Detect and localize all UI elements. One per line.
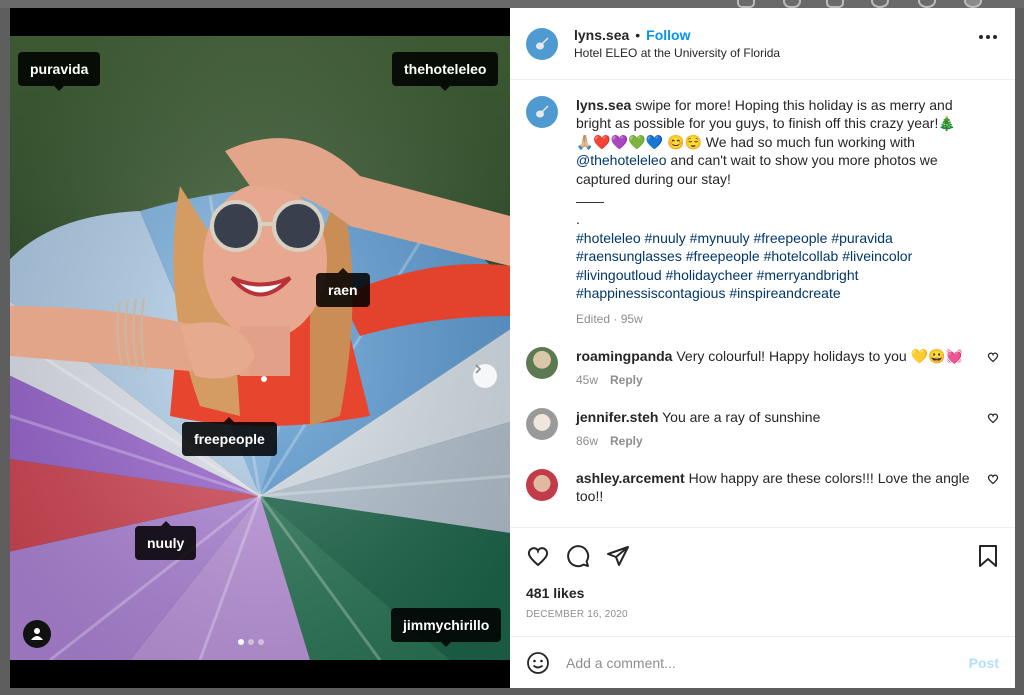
hashtags: #hoteleleo #nuuly #mynuuly #freepeople #…	[576, 229, 971, 303]
avatar-guitar-icon	[536, 105, 549, 118]
next-photo-button[interactable]	[473, 364, 497, 388]
comment-input[interactable]	[566, 654, 969, 671]
messenger-icon	[783, 0, 801, 8]
edited-timestamp: Edited · 95w	[576, 312, 643, 327]
hashtag-link[interactable]: #mynuuly	[690, 230, 750, 246]
like-comment-icon[interactable]	[987, 412, 999, 424]
photo-tag[interactable]: raen	[316, 268, 370, 307]
photo-tag[interactable]: nuuly	[135, 521, 197, 560]
activity-icon	[918, 0, 936, 8]
username-link[interactable]: lyns.sea	[574, 27, 629, 43]
tagged-users-button[interactable]	[23, 620, 51, 648]
like-comment-icon[interactable]	[987, 473, 999, 485]
chevron-right-icon	[475, 364, 482, 374]
hashtag-link[interactable]: #freepeople	[753, 230, 827, 246]
like-comment-icon[interactable]	[987, 351, 999, 363]
hashtag-link[interactable]: #hotelcollab	[764, 248, 839, 264]
hashtag-link[interactable]: #inspireandcreate	[729, 285, 840, 301]
avatar[interactable]	[526, 468, 558, 501]
hashtag-link[interactable]: #merryandbright	[757, 267, 859, 283]
share-icon[interactable]	[606, 544, 630, 568]
more-options-icon[interactable]	[979, 35, 997, 39]
avatar-guitar-icon	[536, 36, 549, 49]
comment-text: Very colourful! Happy holidays to you 💛😀…	[676, 347, 963, 364]
hashtag-link[interactable]: #puravida	[831, 230, 893, 246]
comment-icon[interactable]	[566, 544, 590, 568]
home-icon	[737, 0, 755, 8]
reply-button[interactable]: Reply	[610, 371, 643, 389]
post-photo[interactable]: puravida thehoteleleo raen freepeople nu…	[10, 36, 510, 660]
post-date: DECEMBER 16, 2020	[526, 609, 628, 620]
emoji-icon[interactable]	[526, 651, 550, 675]
new-post-icon	[826, 0, 844, 8]
hashtag-link[interactable]: #livingoutloud	[576, 267, 662, 283]
explore-icon	[871, 0, 889, 8]
caption-username[interactable]: lyns.sea	[576, 97, 631, 113]
post-header: lyns.sea • Follow Hotel ELEO at the Univ…	[510, 8, 1015, 80]
comment-time: 86w	[576, 434, 599, 449]
person-icon	[31, 628, 43, 640]
heart-icon[interactable]	[526, 544, 550, 568]
avatar[interactable]	[526, 27, 558, 60]
comment-item: ashley.arcement How happy are these colo…	[526, 468, 999, 506]
photo-tag[interactable]: freepeople	[182, 417, 277, 456]
post-sidebar: lyns.sea • Follow Hotel ELEO at the Univ…	[510, 8, 1015, 688]
caption-divider: ——	[576, 193, 604, 210]
post-modal: puravida thehoteleleo raen freepeople nu…	[10, 8, 1015, 688]
comment-text: You are a ray of sunshine	[662, 408, 821, 425]
caption-dot: .	[576, 211, 580, 228]
hashtag-link[interactable]: #nuuly	[645, 230, 686, 246]
carousel-indicator	[238, 639, 264, 645]
caption-text: swipe for more! Hoping this holiday is a…	[576, 97, 956, 150]
carousel-dot	[258, 639, 264, 645]
comment-username[interactable]: roamingpanda	[576, 348, 672, 364]
comment-item: jennifer.steh You are a ray of sunshine …	[526, 407, 999, 451]
post-media: puravida thehoteleleo raen freepeople nu…	[10, 8, 510, 688]
avatar[interactable]	[526, 346, 558, 379]
comments-list[interactable]: lyns.sea swipe for more! Hoping this hol…	[510, 80, 1015, 527]
post-button[interactable]: Post	[969, 655, 999, 671]
photo-illustration	[10, 36, 510, 660]
hashtag-link[interactable]: #liveincolor	[842, 248, 912, 264]
comment-item: roamingpanda Very colourful! Happy holid…	[526, 346, 999, 390]
action-bar	[510, 527, 1015, 583]
carousel-dot	[248, 639, 254, 645]
reply-button[interactable]: Reply	[610, 432, 643, 450]
hashtag-link[interactable]: #holidaycheer	[666, 267, 753, 283]
location-link[interactable]: Hotel ELEO at the University of Florida	[574, 46, 780, 60]
likes-count[interactable]: 481 likes	[510, 585, 1015, 601]
hashtag-link[interactable]: #freepeople	[686, 248, 760, 264]
header-text: lyns.sea • Follow Hotel ELEO at the Univ…	[574, 27, 780, 60]
photo-tag[interactable]: puravida	[18, 52, 101, 91]
comment-username[interactable]: ashley.arcement	[576, 470, 685, 486]
follow-button[interactable]: Follow	[646, 27, 690, 43]
avatar[interactable]	[526, 96, 558, 128]
hashtag-link[interactable]: #happinessiscontagious	[576, 285, 725, 301]
background-feed-strip	[0, 0, 1024, 8]
comment-time: 45w	[576, 373, 599, 388]
separator: •	[635, 27, 641, 43]
avatar[interactable]	[526, 407, 558, 440]
caption: lyns.sea swipe for more! Hoping this hol…	[526, 96, 999, 329]
carousel-dot	[238, 639, 244, 645]
photo-tag[interactable]: jimmychirillo	[391, 608, 502, 647]
hashtag-link[interactable]: #raensunglasses	[576, 248, 682, 264]
comment-username[interactable]: jennifer.steh	[576, 409, 658, 425]
bookmark-icon[interactable]	[977, 544, 999, 568]
mention-link[interactable]: @thehoteleleo	[576, 152, 667, 168]
add-comment-bar: Post	[510, 636, 1015, 688]
photo-tag[interactable]: thehoteleleo	[392, 52, 499, 91]
profile-avatar-icon	[964, 0, 982, 8]
hashtag-link[interactable]: #hoteleleo	[576, 230, 641, 246]
